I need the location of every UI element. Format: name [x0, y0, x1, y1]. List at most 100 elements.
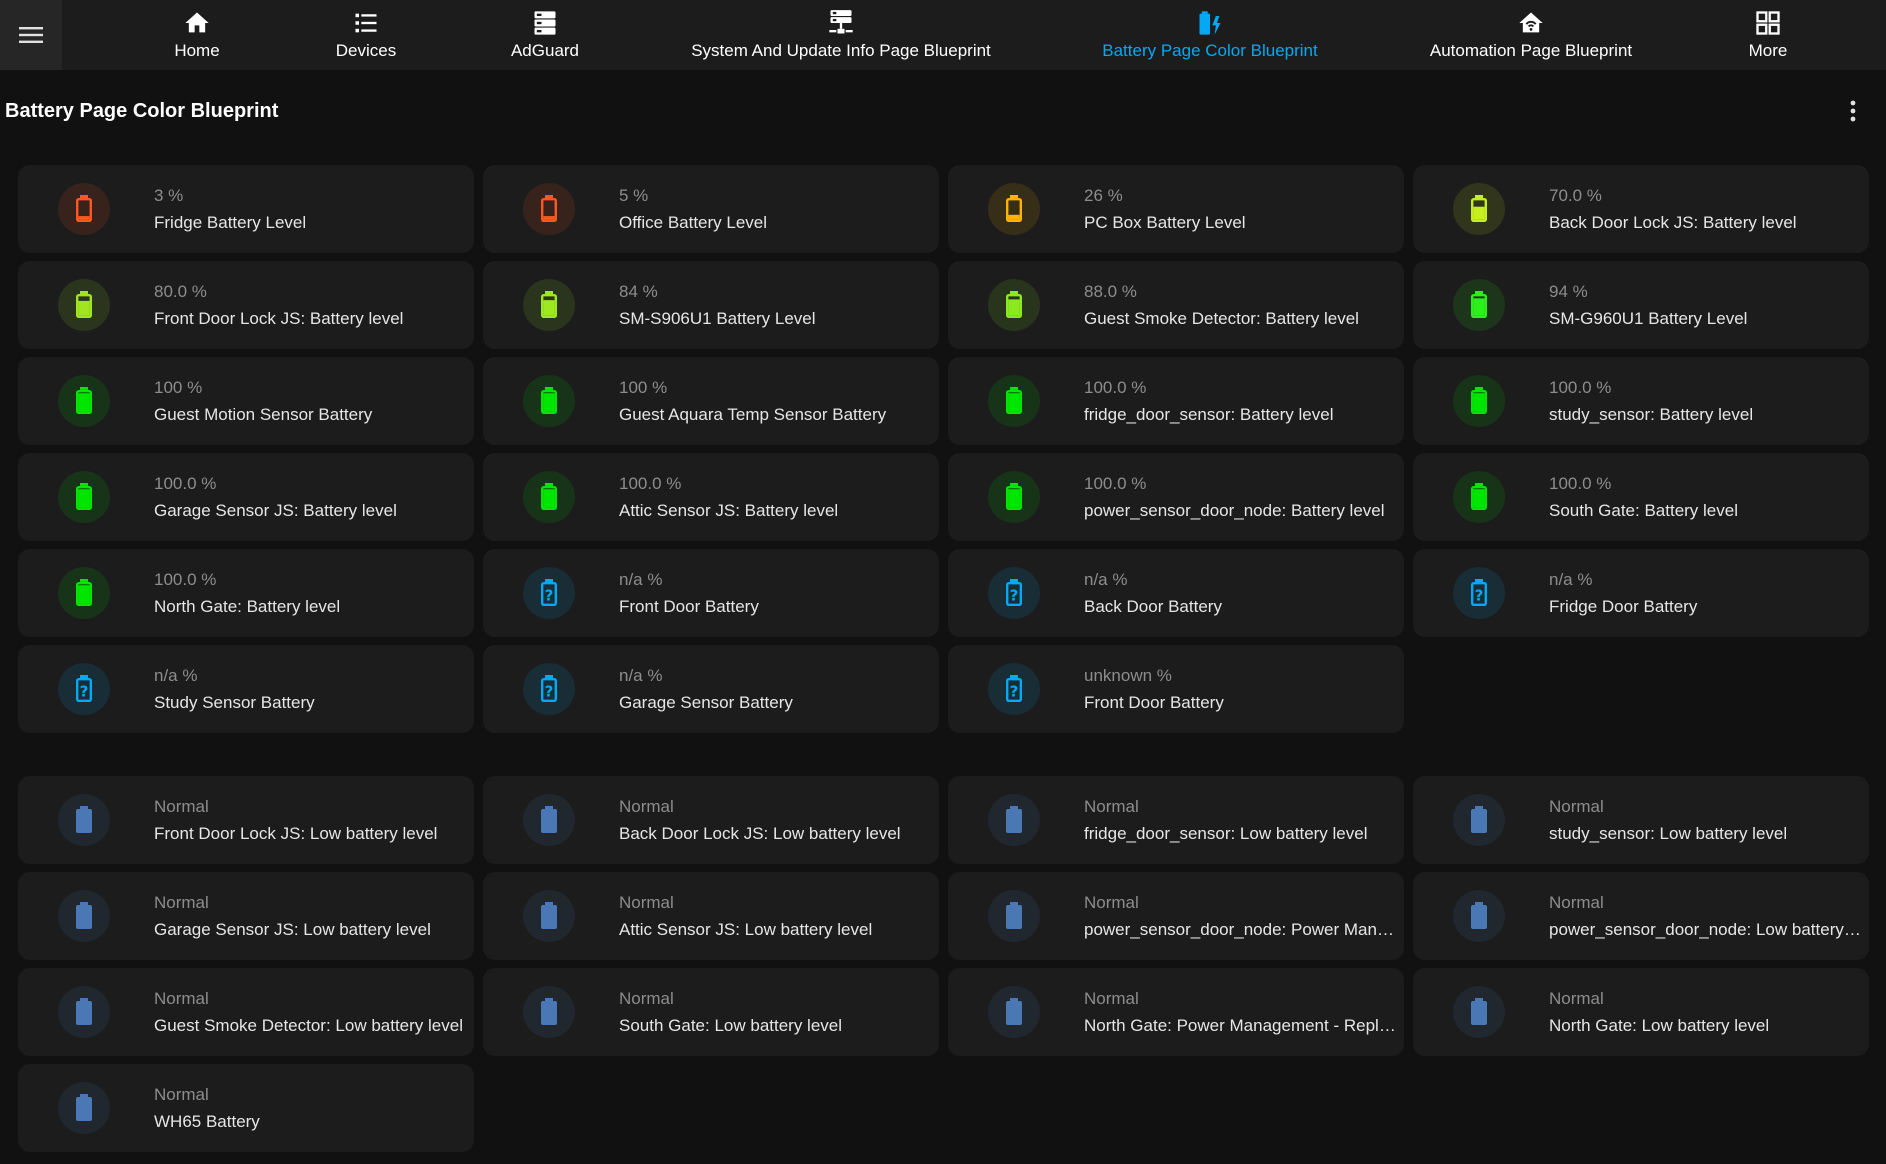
tile-icon-badge [988, 279, 1040, 331]
tile-name: Back Door Battery [1084, 597, 1222, 616]
low-battery-tile[interactable]: Normal Front Door Lock JS: Low battery le… [18, 776, 474, 864]
low-battery-tile[interactable]: Normal Back Door Lock JS: Low battery lev… [483, 776, 939, 864]
low-battery-tile[interactable]: Normal study_sensor: Low battery level [1413, 776, 1869, 864]
low-battery-tile[interactable]: Normal Garage Sensor JS: Low battery leve… [18, 872, 474, 960]
tile-state: 70.0 % [1549, 186, 1602, 205]
tile-state: n/a % [619, 666, 663, 685]
battery-level-tile[interactable]: 100.0 % study_sensor: Battery level [1413, 357, 1869, 445]
battery-full-icon [1006, 483, 1023, 511]
tile-name: Fridge Battery Level [154, 213, 307, 232]
tile-icon-badge [58, 794, 110, 846]
low-battery-tile[interactable]: Normal North Gate: Low battery level [1413, 968, 1869, 1056]
battery-level-tile[interactable]: ? n/a % Fridge Door Battery [1413, 549, 1869, 637]
battery-level-tile[interactable]: 26 % PC Box Battery Level [948, 165, 1404, 253]
home-automation-icon [1519, 12, 1543, 33]
svg-text:?: ? [1010, 587, 1019, 605]
tile-icon-badge [523, 375, 575, 427]
battery-level-tile[interactable]: 100.0 % Attic Sensor JS: Battery level [483, 453, 939, 541]
tab-battery-page[interactable]: Battery Page Color Blueprint [1090, 0, 1330, 70]
svg-text:?: ? [1475, 587, 1484, 605]
battery-level-tile[interactable]: 88.0 % Guest Smoke Detector: Battery leve… [948, 261, 1404, 349]
tile-name: PC Box Battery Level [1084, 213, 1246, 232]
battery-full-icon [1471, 483, 1488, 511]
tile-state: 100.0 % [1549, 474, 1612, 493]
tile-icon-badge [988, 471, 1040, 523]
battery-level-tile[interactable]: 100.0 % Garage Sensor JS: Battery level [18, 453, 474, 541]
tab-adguard-label: AdGuard [510, 41, 580, 60]
low-battery-tile[interactable]: Normal power_sensor_door_node: Low batter… [1413, 872, 1869, 960]
tile-name: North Gate: Power Management - Replace b… [1084, 1016, 1396, 1035]
low-battery-tile[interactable]: Normal power_sensor_door_node: Power Mana… [948, 872, 1404, 960]
tile-state: 26 % [1084, 186, 1123, 205]
overflow-menu-button[interactable] [1838, 96, 1868, 126]
low-battery-tile[interactable]: Normal Attic Sensor JS: Low battery level [483, 872, 939, 960]
battery-full-icon [76, 579, 93, 607]
tile-icon-badge [58, 183, 110, 235]
tab-home[interactable]: Home [153, 0, 241, 70]
battery-level-tile[interactable]: ? n/a % Front Door Battery [483, 549, 939, 637]
tile-name: Guest Aquara Temp Sensor Battery [619, 405, 887, 424]
svg-text:?: ? [545, 587, 554, 605]
battery-unknown-icon: ? [1471, 579, 1488, 607]
battery-level-tile[interactable]: 100.0 % South Gate: Battery level [1413, 453, 1869, 541]
top-app-bar: Home Devices AdGuard System And Update I… [0, 0, 1886, 70]
battery-unknown-icon: ? [541, 579, 558, 607]
low-battery-tile[interactable]: Normal WH65 Battery [18, 1064, 474, 1152]
tile-icon-badge [523, 794, 575, 846]
tile-state: 100.0 % [1549, 378, 1612, 397]
low-battery-tile[interactable]: Normal Guest Smoke Detector: Low battery … [18, 968, 474, 1056]
battery-level-tile[interactable]: ? n/a % Study Sensor Battery [18, 645, 474, 733]
battery-level-tile[interactable]: 70.0 % Back Door Lock JS: Battery level [1413, 165, 1869, 253]
tab-more-label: More [1748, 41, 1788, 60]
tab-more[interactable]: More [1736, 0, 1800, 70]
tile-name: fridge_door_sensor: Battery level [1084, 405, 1334, 424]
battery-alert-icon [541, 195, 558, 223]
tile-icon-badge [58, 986, 110, 1038]
tile-icon-badge: ? [988, 567, 1040, 619]
battery-full-icon [76, 387, 93, 415]
battery-level-tile[interactable]: ? n/a % Back Door Battery [948, 549, 1404, 637]
tile-icon-badge [1453, 794, 1505, 846]
battery-level-tile[interactable]: ? unknown % Front Door Battery [948, 645, 1404, 733]
battery-level-tile[interactable]: 100 % Guest Aquara Temp Sensor Battery [483, 357, 939, 445]
tab-devices[interactable]: Devices [316, 0, 416, 70]
battery-level-tile[interactable]: 94 % SM-G960U1 Battery Level [1413, 261, 1869, 349]
battery-unknown-icon: ? [1006, 579, 1023, 607]
tile-name: South Gate: Low battery level [619, 1016, 843, 1035]
tile-icon-badge [523, 183, 575, 235]
low-battery-tile[interactable]: Normal fridge_door_sensor: Low battery le… [948, 776, 1404, 864]
battery-level-tile[interactable]: 3 % Fridge Battery Level [18, 165, 474, 253]
tab-automation-page[interactable]: Automation Page Blueprint [1420, 0, 1642, 70]
menu-button[interactable] [0, 0, 62, 70]
battery-low-icon [1006, 195, 1023, 223]
tile-state: 100 % [154, 378, 203, 397]
tile-icon-badge [58, 279, 110, 331]
battery-level-tile[interactable]: 100 % Guest Motion Sensor Battery [18, 357, 474, 445]
grid-icon [1756, 11, 1780, 35]
tile-name: fridge_door_sensor: Low battery level [1084, 824, 1368, 843]
battery-level-tile[interactable]: 100.0 % fridge_door_sensor: Battery level [948, 357, 1404, 445]
battery-90-icon [1471, 291, 1488, 319]
tab-adguard[interactable]: AdGuard [494, 0, 596, 70]
battery-level-tile[interactable]: 80.0 % Front Door Lock JS: Battery level [18, 261, 474, 349]
tile-name: power_sensor_door_node: Battery level [1084, 501, 1385, 520]
battery-level-tile[interactable]: 84 % SM-S906U1 Battery Level [483, 261, 939, 349]
low-battery-tile[interactable]: Normal South Gate: Low battery level [483, 968, 939, 1056]
battery-level-tile[interactable]: 100.0 % power_sensor_door_node: Battery l… [948, 453, 1404, 541]
tile-name: Front Door Lock JS: Battery level [154, 309, 404, 328]
battery-level-tile[interactable]: 100.0 % North Gate: Battery level [18, 549, 474, 637]
low-battery-tile[interactable]: Normal North Gate: Power Management - Rep… [948, 968, 1404, 1056]
battery-unknown-icon: ? [541, 675, 558, 703]
battery-level-tile[interactable]: ? n/a % Garage Sensor Battery [483, 645, 939, 733]
tile-name: study_sensor: Low battery level [1549, 824, 1788, 843]
hamburger-menu-icon [19, 27, 43, 43]
tab-battery-page-label: Battery Page Color Blueprint [1102, 41, 1318, 60]
battery-level-tile[interactable]: 5 % Office Battery Level [483, 165, 939, 253]
tile-state: 100 % [619, 378, 668, 397]
svg-text:?: ? [545, 683, 554, 701]
tile-state: 3 % [154, 186, 184, 205]
tab-automation-page-label: Automation Page Blueprint [1429, 41, 1633, 60]
battery-icon [76, 902, 92, 929]
tab-system-update-info[interactable]: System And Update Info Page Blueprint [682, 0, 1000, 70]
battery-icon [1471, 806, 1487, 833]
